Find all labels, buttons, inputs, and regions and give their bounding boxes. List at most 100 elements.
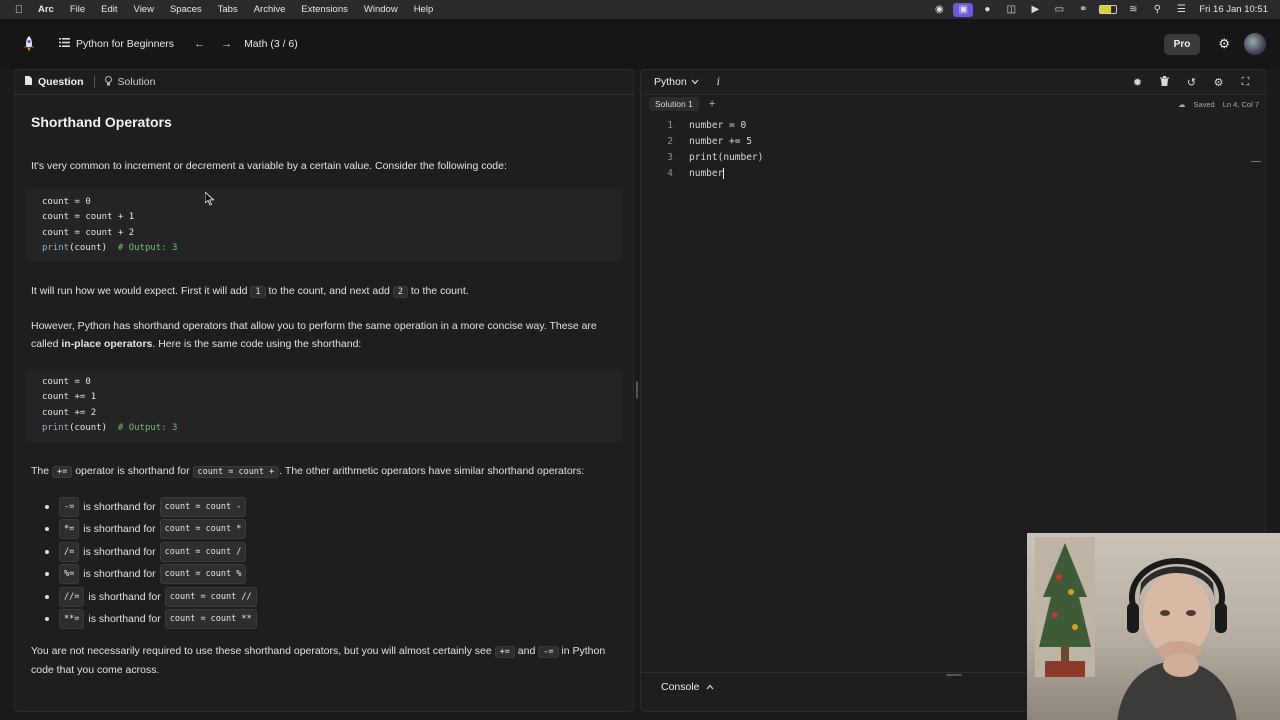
text-run: is shorthand for [83,523,156,536]
apple-icon[interactable]:  [12,4,26,16]
line-code: number [689,167,724,179]
tab-solution-label: Solution [117,76,156,88]
lesson-position: Math (3 / 6) [244,38,298,50]
console-toggle[interactable]: Console [661,681,714,693]
play-icon[interactable]: ▶ [1023,0,1047,19]
inline-code: += [494,646,515,659]
menu-tabs[interactable]: Tabs [210,4,246,15]
camera-icon[interactable]: ◫ [999,0,1023,19]
language-label: Python [654,76,687,88]
pro-button[interactable]: Pro [1163,33,1201,55]
code-function: print [42,423,70,434]
debug-bug-icon[interactable]: ✹ [1124,76,1151,89]
bullet-dot [45,549,49,554]
search-icon[interactable]: ⚲ [1145,0,1169,19]
inline-code: count = count + [192,466,280,479]
document-icon [25,76,32,88]
christmas-tree-image [1035,537,1095,677]
inline-code: %= [59,564,80,585]
prev-lesson-arrow-icon[interactable]: ← [194,38,205,50]
screen-record-icon[interactable]: ▣ [953,2,974,17]
code-line: count += 2 [42,407,97,418]
menu-spaces[interactable]: Spaces [162,4,210,15]
fullscreen-icon[interactable]: ⛶ [1232,76,1259,89]
inline-code: count = count // [164,586,257,607]
editor-actions: ✹ ↺ ⚙ ⛶ [1124,75,1259,89]
inline-code: count = count - [159,496,247,517]
line-code: number += 5 [689,135,752,147]
course-menu-button[interactable]: Python for Beginners [59,38,174,50]
headphones-icon[interactable]: ⚭ [1071,0,1095,19]
menu-view[interactable]: View [126,4,162,15]
code-block-shorthand[interactable]: count = 0 count += 1 count += 2 print(co… [26,369,622,443]
display-icon[interactable]: ▭ [1047,0,1071,19]
editor-line: 2 number += 5 [641,133,1265,149]
list-item: *= is shorthand for count = count * [31,518,617,541]
code-block-long-form[interactable]: count = 0 count = count + 1 count = coun… [26,189,622,263]
code-line: count = 0 [42,377,91,388]
paragraph-expectation: It will run how we would expect. First i… [31,282,617,301]
paragraph-operator: The += operator is shorthand for count =… [31,462,617,481]
menu-file[interactable]: File [62,4,93,15]
color-wheel-icon[interactable]: ◉ [927,0,951,19]
inline-code: count = count % [159,564,247,585]
editor-line: 4 number [641,165,1265,181]
user-avatar[interactable] [1244,33,1266,55]
editor-line: 1 number = 0 [641,117,1265,133]
scroll-indicator[interactable] [1251,161,1261,162]
menu-extensions[interactable]: Extensions [293,4,355,15]
line-number: 2 [667,135,673,147]
code-line: count += 1 [42,392,97,403]
tab-solution[interactable]: Solution [95,70,166,95]
tab-question[interactable]: Question [15,70,94,95]
editor-status: ☁ Saved Ln 4, Col 7 [1178,100,1259,109]
pane-resize-handle[interactable] [636,381,638,399]
list-icon [59,38,70,50]
control-center-icon[interactable]: ☰ [1169,0,1193,19]
list-item: //= is shorthand for count = count // [31,585,617,608]
menu-help[interactable]: Help [406,4,442,15]
text-run: It will run how we would expect. First i… [31,285,248,298]
tab-question-label: Question [38,76,84,88]
reset-icon[interactable]: ↺ [1178,76,1205,89]
text-run: is shorthand for [88,613,161,626]
text-run: . The other arithmetic operators have si… [279,465,585,478]
inline-code: count = count ** [164,609,257,630]
record-icon[interactable]: ● [975,0,999,19]
menu-archive[interactable]: Archive [246,4,294,15]
add-solution-button[interactable]: + [709,98,715,110]
line-number: 3 [667,151,673,163]
line-number: 1 [667,119,673,131]
code-editor[interactable]: 1 number = 0 2 number += 5 3 print(number) … [641,113,1265,181]
bullet-dot [45,594,49,599]
tab-solution-1[interactable]: Solution 1 [649,97,699,111]
settings-gear-icon[interactable]: ⚙ [1205,76,1232,89]
menu-window[interactable]: Window [356,4,406,15]
language-select[interactable]: Python [654,76,699,88]
code-comment: # Output: 3 [117,242,178,253]
chevron-up-icon [706,681,714,693]
text-run: is shorthand for [88,590,161,603]
trash-icon[interactable] [1151,75,1178,89]
console-resize-handle[interactable] [946,674,962,676]
menu-arc[interactable]: Arc [34,4,62,15]
wifi-icon[interactable]: ≋ [1121,0,1145,19]
inline-code: 2 [392,286,408,299]
next-lesson-arrow-icon[interactable]: → [221,38,232,50]
rocket-logo-icon[interactable] [19,34,39,54]
menu-clock[interactable]: Fri 16 Jan 10:51 [1193,4,1280,15]
bullet-dot [45,572,49,577]
course-title: Python for Beginners [76,38,175,50]
code-function: print [42,242,70,253]
mouse-pointer-icon [205,192,215,206]
text-run: to the count. [410,285,469,298]
code-line: count = count + 1 [42,212,135,223]
info-icon[interactable]: i [717,77,720,88]
text-run: is shorthand for [83,545,156,558]
settings-gear-icon[interactable]: ⚙ [1218,36,1230,52]
menu-edit[interactable]: Edit [93,4,125,15]
battery-icon[interactable] [1095,0,1121,19]
list-item: -= is shorthand for count = count - [31,495,617,518]
text-run: . Here is the same code using the shorth… [152,338,362,351]
solution-tabs: Solution 1 + ☁ Saved Ln 4, Col 7 [641,95,1265,113]
